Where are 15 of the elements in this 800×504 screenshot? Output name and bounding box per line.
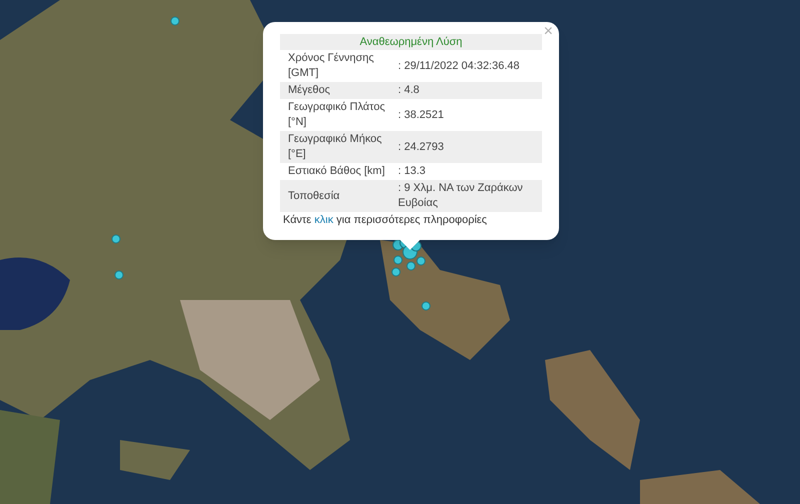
more-info-text: Κάντε κλικ για περισσότερες πληροφορίες — [282, 213, 488, 228]
field-value: : 38.2521 — [398, 108, 445, 122]
popup-title: Αναθεωρημένη Λύση — [280, 34, 542, 50]
field-value: : 9 Χλμ. ΝΑ των Ζαράκων Ευβοίας — [398, 181, 524, 211]
field-label: Χρόνος Γέννησης [GMT] — [287, 51, 375, 81]
field-label: Τοποθεσία — [287, 188, 341, 204]
field-label: Μέγεθος — [287, 83, 332, 98]
field-value: : 13.3 — [398, 164, 427, 179]
click-link[interactable]: κλικ — [314, 214, 334, 226]
field-value: : 29/11/2022 04:32:36.48 — [398, 58, 521, 74]
field-label: Γεωγραφικό Πλάτος [°N] — [287, 100, 386, 130]
field-label: Εστιακό Βάθος [km] — [287, 164, 386, 179]
field-label: Γεωγραφικό Μήκος [°E] — [287, 132, 383, 162]
field-value: : 4.8 — [398, 83, 420, 98]
field-value: : 24.2793 — [398, 140, 445, 154]
